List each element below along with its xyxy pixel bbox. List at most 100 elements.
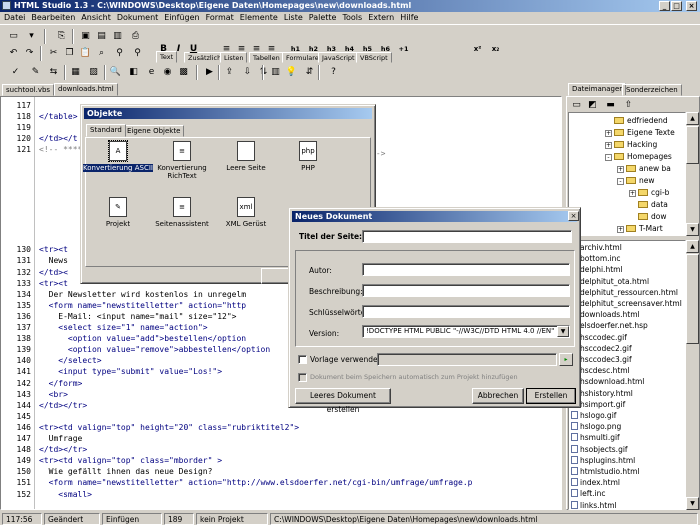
file-item[interactable]: hslogo.png xyxy=(571,422,621,431)
java-icon[interactable]: ▩ xyxy=(176,65,191,80)
menu-liste[interactable]: Liste xyxy=(284,13,303,22)
download-icon[interactable]: ⇩ xyxy=(240,65,255,80)
browser-icon[interactable]: ◧ xyxy=(126,65,141,80)
menu-hilfe[interactable]: Hilfe xyxy=(400,13,418,22)
side-tab-1[interactable]: Sonderzeichen xyxy=(622,84,682,96)
help-icon[interactable]: ? xyxy=(326,65,341,80)
file-item[interactable]: hslogo.gif xyxy=(571,411,616,420)
script-button-0[interactable]: x² xyxy=(470,42,485,57)
menu-extern[interactable]: Extern xyxy=(368,13,394,22)
minimize-button[interactable]: _ xyxy=(659,1,670,11)
menu-dokument[interactable]: Dokument xyxy=(117,13,158,22)
menu-datei[interactable]: Datei xyxy=(4,13,25,22)
file-item[interactable]: hsdownload.html xyxy=(571,377,644,386)
file-item[interactable]: elsdoerfer.net.hsp xyxy=(571,321,648,330)
doc-tab-0[interactable]: suchtool.vbs xyxy=(2,84,55,96)
menu-palette[interactable]: Palette xyxy=(309,13,337,22)
netscape-icon[interactable]: ◉ xyxy=(160,65,175,80)
heading-button-2[interactable]: h3 xyxy=(324,42,339,57)
align-right-icon[interactable]: ≡ xyxy=(249,42,264,57)
tree-item[interactable]: + cgi-b xyxy=(629,188,669,197)
format-button-0[interactable]: B xyxy=(156,42,171,57)
tip-icon[interactable]: 💡 xyxy=(284,65,299,80)
create-button[interactable]: Erstellen xyxy=(526,388,576,404)
expand-toggle-icon[interactable]: + xyxy=(605,142,612,149)
objects-tab-0[interactable]: Standard xyxy=(86,124,126,137)
file-item[interactable]: downloads.html xyxy=(571,310,640,319)
file-item[interactable]: left.inc xyxy=(571,489,606,498)
folder-tree[interactable]: edfriedend + Eigene Texte + Hacking - Homepage… xyxy=(568,112,686,236)
preview-icon[interactable]: 🔍 xyxy=(108,65,123,80)
find-next-icon[interactable]: ⚲ xyxy=(130,46,145,61)
object-item[interactable]: xml XML Gerüst xyxy=(211,197,281,228)
tree-item[interactable]: - new xyxy=(617,176,655,185)
file-item[interactable]: hsobjects.gif xyxy=(571,444,628,454)
heading-button-0[interactable]: h1 xyxy=(288,42,303,57)
file-item[interactable]: hsplugins.html xyxy=(571,455,635,465)
heading-button-1[interactable]: h2 xyxy=(306,42,321,57)
heading-button-6[interactable]: +1 xyxy=(396,42,411,57)
save-icon[interactable]: ▣ xyxy=(78,29,93,44)
heading-button-3[interactable]: h4 xyxy=(342,42,357,57)
cancel-button[interactable]: Abbrechen xyxy=(472,388,524,404)
sync-icon[interactable]: ⇵ xyxy=(302,65,317,80)
object-item[interactable]: ≡ Konvertierung RichText xyxy=(147,141,217,180)
object-item[interactable]: php PHP xyxy=(273,141,343,172)
open-folder-icon[interactable]: ▾ xyxy=(24,29,39,44)
tree-item[interactable]: edfriedend xyxy=(605,116,668,125)
align-left-icon[interactable]: ≡ xyxy=(219,42,234,57)
expand-toggle-icon[interactable]: - xyxy=(605,154,612,161)
dialog-close-button[interactable]: × xyxy=(568,211,579,221)
align-center-icon[interactable]: ≡ xyxy=(234,42,249,57)
redo-icon[interactable]: ↷ xyxy=(22,46,37,61)
menu-format[interactable]: Format xyxy=(206,13,234,22)
ie-icon[interactable]: e xyxy=(144,65,159,80)
print-icon[interactable]: ⎙ xyxy=(128,29,143,44)
description-input[interactable] xyxy=(362,284,570,297)
file-item[interactable]: delphitut_ota.html xyxy=(571,276,649,286)
object-item[interactable]: A Konvertierung ASCII xyxy=(83,140,153,172)
up-folder-icon[interactable]: ⇧ xyxy=(621,98,636,113)
file-item[interactable]: index.html xyxy=(571,478,620,487)
expand-toggle-icon[interactable]: + xyxy=(605,130,612,137)
page-title-input[interactable] xyxy=(362,230,572,243)
template-checkbox[interactable] xyxy=(298,355,307,364)
paste-icon[interactable]: 📋 xyxy=(78,46,93,61)
arrows-icon[interactable]: ⇆ xyxy=(46,65,61,80)
keywords-input[interactable] xyxy=(362,305,570,318)
justify-icon[interactable]: ≡ xyxy=(264,42,279,57)
heading-button-5[interactable]: h6 xyxy=(378,42,393,57)
file-item[interactable]: delphitut_screensaver.html xyxy=(571,299,682,308)
table-icon[interactable]: ▦ xyxy=(68,65,83,80)
file-item[interactable]: links.html xyxy=(571,500,617,509)
upload-icon[interactable]: ⇪ xyxy=(222,65,237,80)
cut-icon[interactable]: ✂ xyxy=(46,46,61,61)
find-icon[interactable]: ⌕ xyxy=(94,46,109,61)
network-icon[interactable]: ◩ xyxy=(585,98,600,113)
file-item[interactable]: delphitut_ressourcen.html xyxy=(571,287,678,297)
folder-icon[interactable]: ▬ xyxy=(603,98,618,113)
tree-item[interactable]: data xyxy=(629,200,668,209)
print-preview-icon[interactable]: ▥ xyxy=(110,29,125,44)
template-browse-icon[interactable]: ▸ xyxy=(559,353,573,366)
copy-icon[interactable]: ❐ xyxy=(62,46,77,61)
format-button-1[interactable]: I xyxy=(171,42,186,57)
tree-item[interactable]: + Hacking xyxy=(605,140,657,149)
tree-item[interactable]: + T-Mart xyxy=(617,224,663,233)
menu-elemente[interactable]: Elemente xyxy=(240,13,278,22)
menu-einfügen[interactable]: Einfügen xyxy=(164,13,199,22)
template-input[interactable] xyxy=(377,353,557,366)
expand-toggle-icon[interactable]: + xyxy=(617,166,624,173)
save-all-icon[interactable]: ▤ xyxy=(94,29,109,44)
tree-item[interactable]: + anew ba xyxy=(617,164,671,173)
version-select[interactable]: !DOCTYPE HTML PUBLIC "-//W3C//DTD HTML 4… xyxy=(362,325,570,338)
tree-item[interactable]: - Homepages xyxy=(605,152,672,161)
empty-document-button[interactable]: Leeres Dokument erstellen xyxy=(295,388,391,414)
menu-bearbeiten[interactable]: Bearbeiten xyxy=(31,13,75,22)
heading-button-4[interactable]: h5 xyxy=(360,42,375,57)
run-icon[interactable]: ▶ xyxy=(202,65,217,80)
expand-toggle-icon[interactable]: + xyxy=(617,226,624,233)
books-icon[interactable]: ▥ xyxy=(268,65,283,80)
undo-icon[interactable]: ↶ xyxy=(6,46,21,61)
find-replace-icon[interactable]: ⚲ xyxy=(112,46,127,61)
